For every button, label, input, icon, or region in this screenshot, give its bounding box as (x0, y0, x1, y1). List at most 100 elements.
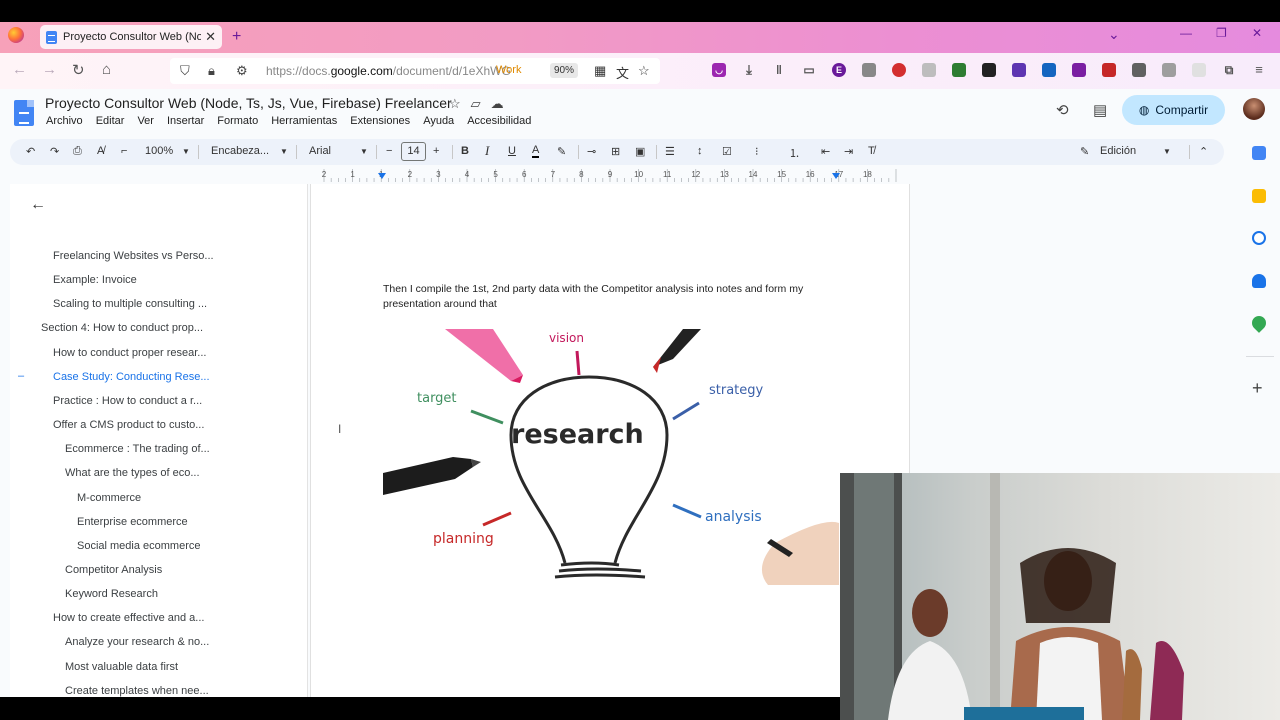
list-tabs-chevron-icon[interactable]: ⌄ (1108, 26, 1120, 43)
font-size-decrease-button[interactable]: − (386, 145, 392, 157)
menu-archivo[interactable]: Archivo (46, 115, 83, 127)
increase-indent-icon[interactable]: ⇥ (844, 145, 853, 158)
font-select[interactable]: Arial (309, 145, 331, 157)
spellcheck-icon[interactable]: A̸ (97, 145, 104, 157)
outline-item[interactable]: What are the types of eco... (65, 463, 200, 483)
text-color-icon[interactable]: A (532, 145, 540, 158)
restore-icon[interactable]: ❐ (1216, 26, 1227, 40)
document-title[interactable]: Proyecto Consultor Web (Node, Ts, Js, Vu… (45, 95, 452, 111)
bulleted-list-icon[interactable]: ⁝ (755, 145, 759, 158)
comments-icon[interactable]: ▤ (1093, 101, 1107, 119)
tab-close-icon[interactable]: ✕ (205, 29, 216, 45)
downloads-icon[interactable]: ⤓ (742, 63, 756, 77)
history-icon[interactable]: ⟲ (1056, 101, 1069, 119)
extension-grid-icon[interactable] (982, 63, 996, 77)
menu-accesibilidad[interactable]: Accesibilidad (467, 115, 531, 127)
minimize-icon[interactable]: — (1180, 26, 1192, 40)
forward-icon[interactable]: → (42, 61, 57, 78)
get-addons-icon[interactable]: + (1252, 378, 1263, 399)
outline-item[interactable]: Create templates when nee... (65, 681, 209, 698)
library-icon[interactable]: ‖ (772, 63, 786, 77)
extension-new-icon[interactable] (1102, 63, 1116, 77)
close-window-icon[interactable]: ✕ (1252, 26, 1262, 40)
extension-purple-icon[interactable] (1012, 63, 1026, 77)
outline-item[interactable]: Section 4: How to conduct prop... (41, 318, 203, 338)
new-tab-button[interactable]: + (232, 28, 241, 46)
collapse-menus-icon[interactable]: ⌃ (1199, 145, 1208, 158)
zoom-select[interactable]: 100% (145, 145, 173, 157)
url-bar[interactable]: ⛉ 🔒︎ ⚙ https://docs.google.com/document/… (170, 58, 660, 84)
extension-badge-icon[interactable] (1072, 63, 1086, 77)
menu-herramientas[interactable]: Herramientas (271, 115, 337, 127)
extension-grey-icon[interactable] (1192, 63, 1206, 77)
translate-icon[interactable]: ⽂ (616, 63, 629, 82)
vue-devtools-icon[interactable] (952, 63, 966, 77)
pocket-icon[interactable]: ◡ (712, 63, 726, 77)
extension-2-icon[interactable] (862, 63, 876, 77)
docs-logo-icon[interactable] (14, 100, 34, 126)
outline-item[interactable]: Most valuable data first (65, 657, 178, 677)
checklist-icon[interactable]: ☑ (722, 145, 732, 158)
outline-item[interactable]: Freelancing Websites vs Perso... (53, 246, 214, 266)
add-comment-icon[interactable]: ⊞ (611, 145, 620, 158)
outline-item[interactable]: Competitor Analysis (65, 560, 162, 580)
outline-item[interactable]: Example: Invoice (53, 270, 137, 290)
sidebar-icon[interactable]: ▭ (802, 63, 816, 77)
redo-icon[interactable]: ↷ (50, 145, 59, 158)
outline-item[interactable]: Social media ecommerce (77, 536, 201, 556)
line-spacing-icon[interactable]: ↕ (697, 145, 703, 157)
outline-item[interactable]: How to create effective and a... (53, 608, 204, 628)
tasks-icon[interactable] (1252, 231, 1266, 245)
outline-item[interactable]: Offer a CMS product to custo... (53, 415, 204, 435)
insert-image-icon[interactable]: ▣ (635, 145, 645, 158)
outline-item[interactable]: Practice : How to conduct a r... (53, 391, 202, 411)
menu-extensiones[interactable]: Extensiones (350, 115, 410, 127)
maps-icon[interactable] (1249, 313, 1269, 333)
highlight-icon[interactable]: ✎ (557, 145, 566, 158)
undo-icon[interactable]: ↶ (26, 145, 35, 158)
clear-formatting-icon[interactable]: T̸ (868, 145, 875, 157)
home-icon[interactable]: ⌂ (102, 61, 111, 78)
print-icon[interactable]: ⎙ (73, 145, 82, 158)
body-paragraph[interactable]: Then I compile the 1st, 2nd party data w… (383, 282, 833, 312)
url-text[interactable]: https://docs.google.com/document/d/1eXhW… (266, 64, 511, 78)
grid-icon[interactable]: ▦ (594, 63, 606, 79)
cloud-status-icon[interactable]: ☁ (491, 96, 514, 111)
bookmark-star-icon[interactable]: ☆ (638, 63, 650, 79)
bold-icon[interactable]: B (461, 145, 469, 157)
menu-formato[interactable]: Formato (217, 115, 258, 127)
star-icon[interactable]: ☆ (449, 96, 471, 111)
reload-icon[interactable]: ↻ (72, 61, 85, 79)
share-button[interactable]: ◍ Compartir (1122, 95, 1225, 125)
research-illustration[interactable]: research vision target strategy planning… (383, 327, 839, 585)
mode-chevron-down-icon[interactable]: ▼ (1163, 147, 1171, 156)
shield-icon[interactable]: ⛉ (180, 63, 198, 79)
app-menu-icon[interactable]: ≡ (1252, 63, 1266, 77)
outline-item[interactable]: Analyze your research & no... (65, 632, 209, 652)
keep-icon[interactable] (1252, 189, 1266, 203)
adblock-icon[interactable] (892, 63, 906, 77)
extensions-puzzle-icon[interactable]: ⧉ (1222, 63, 1236, 77)
font-chevron-down-icon[interactable]: ▼ (360, 147, 368, 156)
zoom-badge[interactable]: 90% (550, 63, 579, 78)
move-folder-icon[interactable]: ▱ (471, 96, 491, 111)
avatar[interactable] (1243, 98, 1265, 120)
extension-e-icon[interactable]: E (832, 63, 846, 77)
menu-ver[interactable]: Ver (137, 115, 154, 127)
calendar-icon[interactable] (1252, 146, 1266, 160)
browser-tab-docs[interactable]: Proyecto Consultor Web (Node ✕ (40, 25, 222, 49)
contacts-icon[interactable] (1252, 274, 1266, 288)
extension-k-icon[interactable] (922, 63, 936, 77)
italic-icon[interactable]: I (485, 143, 489, 159)
style-chevron-down-icon[interactable]: ▼ (280, 147, 288, 156)
menu-editar[interactable]: Editar (96, 115, 125, 127)
outline-item[interactable]: Enterprise ecommerce (77, 512, 188, 532)
numbered-list-icon[interactable]: ⒈ (789, 145, 800, 161)
zoom-chevron-down-icon[interactable]: ▼ (182, 147, 190, 156)
paint-format-icon[interactable]: ⌐ (121, 145, 127, 157)
lock-icon[interactable]: 🔒︎ (208, 63, 226, 79)
permissions-icon[interactable]: ⚙ (236, 63, 254, 79)
extension-misc-icon[interactable] (1162, 63, 1176, 77)
extension-off-icon[interactable] (1132, 63, 1146, 77)
back-icon[interactable]: ← (12, 61, 27, 78)
